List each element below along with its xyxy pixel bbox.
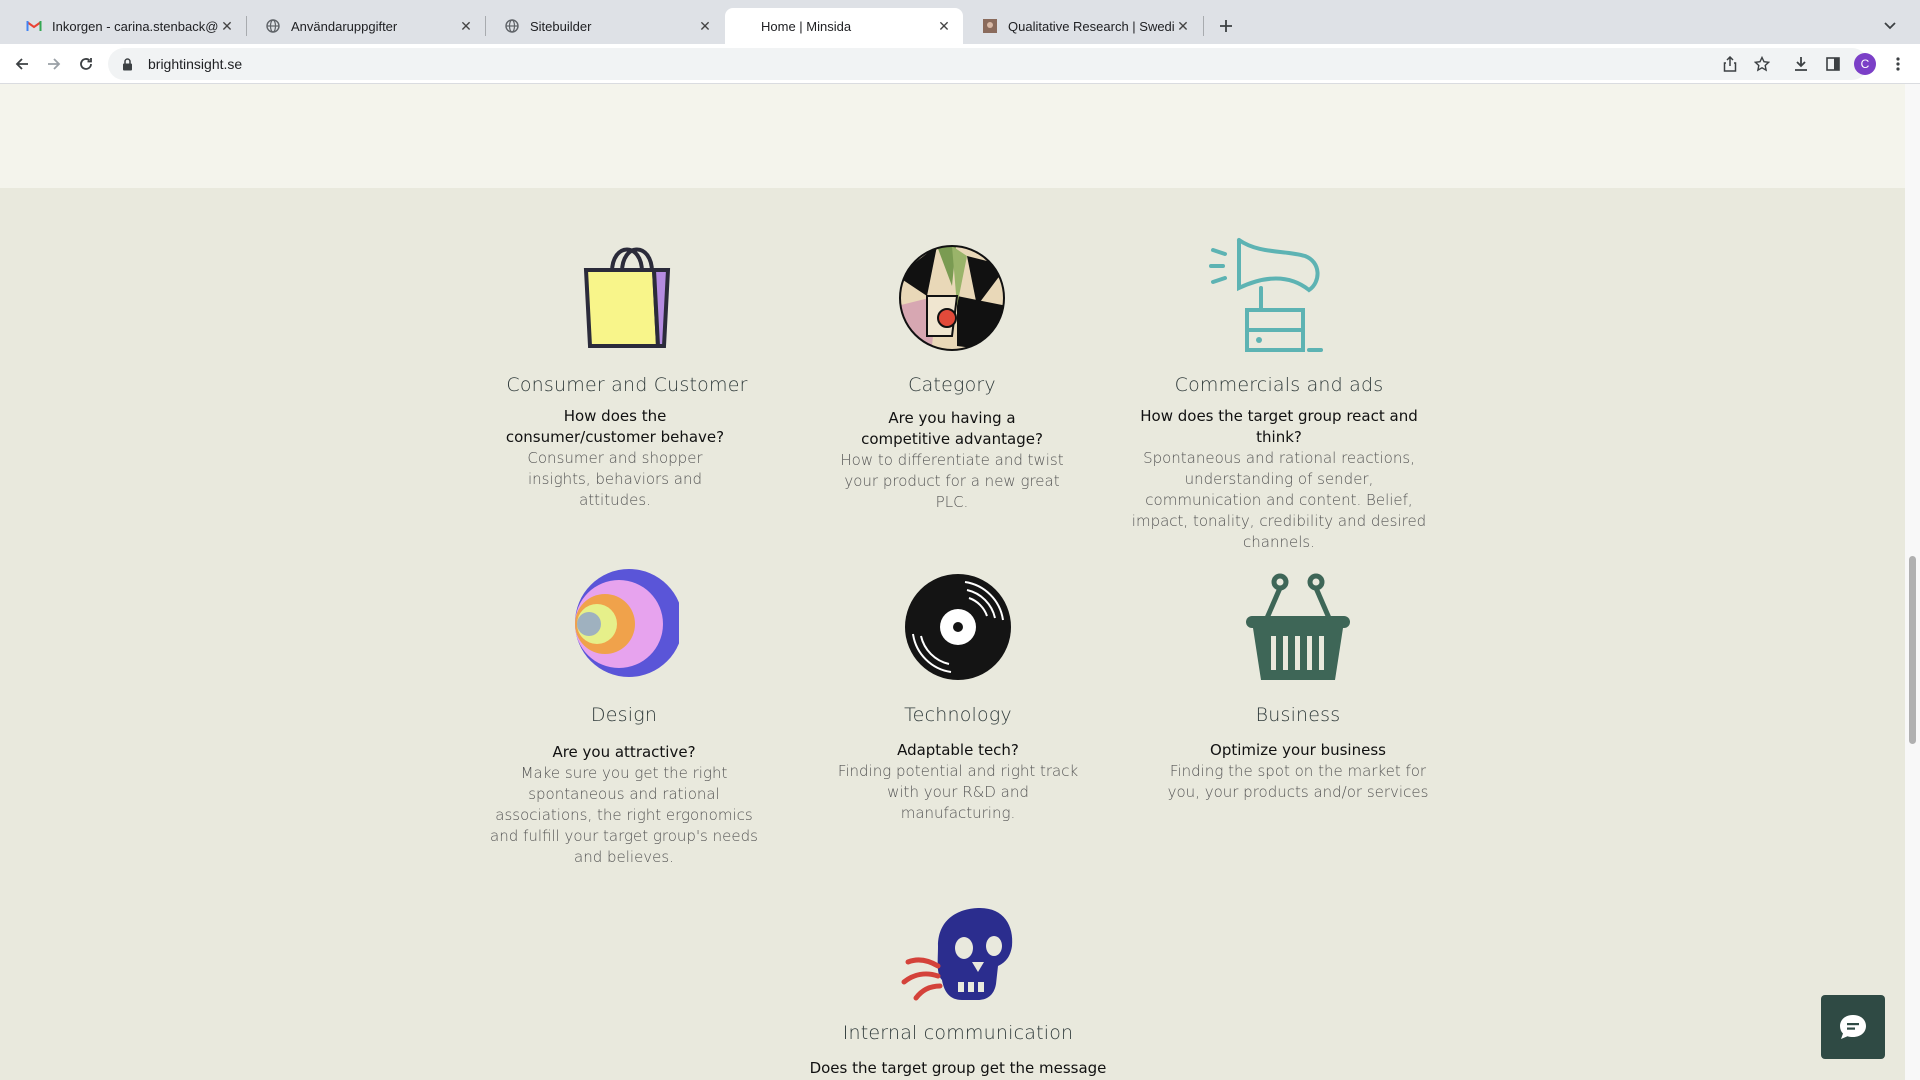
service-title: Consumer and Customer xyxy=(506,374,748,396)
profile-avatar[interactable]: C xyxy=(1854,53,1876,75)
service-title: Internal communication xyxy=(842,1022,1074,1044)
tab-gmail[interactable]: Inkorgen - carina.stenback@g ✕ xyxy=(8,8,246,44)
arrow-right-icon xyxy=(48,58,61,70)
leaf-circle-icon xyxy=(899,245,1005,351)
service-question: Does the target group get the message an… xyxy=(809,1059,1107,1077)
close-icon[interactable]: ✕ xyxy=(1174,17,1192,35)
tab-title: Qualitative Research | Swedish xyxy=(1008,18,1174,34)
more-vert-icon xyxy=(1896,57,1900,71)
service-description: How to differentiate and twist your prod… xyxy=(840,451,1064,511)
service-description: Make sure you get the right spontaneous … xyxy=(490,764,758,866)
service-question: Adaptable tech? xyxy=(897,741,1019,759)
gmail-icon xyxy=(26,18,42,34)
globe-icon xyxy=(265,18,281,34)
service-question: Are you attractive? xyxy=(552,743,696,761)
skull-icon xyxy=(901,908,1013,1001)
downloads-button[interactable] xyxy=(1787,50,1815,78)
share-button[interactable] xyxy=(1716,50,1744,78)
chat-bubble-icon xyxy=(1840,1015,1866,1039)
service-question: How does the consumer/customer behave? xyxy=(505,407,725,446)
tab-bar: Inkorgen - carina.stenback@g ✕ Användaru… xyxy=(0,0,1920,44)
close-icon[interactable]: ✕ xyxy=(696,17,714,35)
service-design: Design Are you attractive? Make sure you… xyxy=(474,568,774,868)
forward-button[interactable] xyxy=(40,50,68,78)
side-panel-button[interactable] xyxy=(1819,50,1847,78)
site-image-icon xyxy=(982,18,998,34)
service-description: Consumer and shopper insights, behaviors… xyxy=(527,449,703,509)
bookmark-button[interactable] xyxy=(1748,50,1776,78)
tab-anvandaruppgifter[interactable]: Användaruppgifter ✕ xyxy=(247,8,485,44)
star-icon xyxy=(1754,56,1770,72)
shopping-basket-icon xyxy=(1246,573,1350,680)
concentric-circles-icon xyxy=(575,569,679,677)
back-button[interactable] xyxy=(8,50,36,78)
tab-home-minsida[interactable]: Home | Minsida ✕ xyxy=(725,8,963,44)
chat-button[interactable] xyxy=(1821,995,1885,1059)
page-scrollbar[interactable] xyxy=(1905,84,1920,1080)
side-panel-icon xyxy=(1826,57,1840,71)
browser-menu-button[interactable] xyxy=(1884,50,1912,78)
service-category: Category Are you having a competitive ad… xyxy=(802,236,1102,513)
service-question: How does the target group react and thin… xyxy=(1140,407,1418,446)
lock-icon[interactable] xyxy=(122,57,136,71)
service-title: Commercials and ads xyxy=(1174,374,1384,396)
download-icon xyxy=(1795,57,1807,71)
tab-title: Sitebuilder xyxy=(530,18,592,34)
service-description: Finding the spot on the market for you, … xyxy=(1167,762,1429,801)
close-icon[interactable]: ✕ xyxy=(218,17,236,35)
tab-title: Användaruppgifter xyxy=(291,18,398,34)
service-title: Design xyxy=(590,704,658,726)
tab-sitebuilder[interactable]: Sitebuilder ✕ xyxy=(486,8,724,44)
new-tab-button[interactable] xyxy=(1212,12,1240,40)
service-technology: Technology Adaptable tech? Finding poten… xyxy=(808,572,1108,824)
service-title: Technology xyxy=(904,704,1012,726)
close-icon[interactable]: ✕ xyxy=(457,17,475,35)
chevron-down-icon xyxy=(1884,22,1896,30)
service-business: Business Optimize your business Finding … xyxy=(1148,572,1448,803)
tab-title: Home | Minsida xyxy=(761,18,852,34)
tab-search-button[interactable] xyxy=(1876,12,1904,40)
arrow-left-icon xyxy=(15,58,28,70)
tab-qualitative-research[interactable]: Qualitative Research | Swedish ✕ xyxy=(964,8,1202,44)
globe-icon xyxy=(504,18,520,34)
vinyl-record-icon xyxy=(905,574,1011,680)
scrollbar-thumb[interactable] xyxy=(1909,556,1916,744)
service-title: Business xyxy=(1255,704,1341,726)
url-text: brightinsight.se xyxy=(148,56,243,72)
reload-button[interactable] xyxy=(72,50,100,78)
reload-icon xyxy=(80,58,92,70)
browser-toolbar: brightinsight.se C xyxy=(0,44,1920,84)
service-description: Spontaneous and rational reactions, unde… xyxy=(1131,449,1427,551)
service-commercials-ads: Commercials and ads How does the target … xyxy=(1129,236,1429,553)
gramophone-icon xyxy=(1209,238,1323,352)
address-bar[interactable]: brightinsight.se xyxy=(108,48,1868,80)
top-section xyxy=(0,84,1905,188)
share-icon xyxy=(1723,56,1737,72)
shopping-bag-icon xyxy=(583,247,671,348)
service-title: Category xyxy=(908,374,996,396)
close-icon[interactable]: ✕ xyxy=(935,17,953,35)
service-consumer-customer: Consumer and Customer How does the consu… xyxy=(477,236,777,511)
tab-title: Inkorgen - carina.stenback@g xyxy=(52,18,218,34)
service-question: Optimize your business xyxy=(1210,741,1386,759)
service-description: Finding potential and right track with y… xyxy=(837,762,1079,822)
page-content: Consumer and Customer How does the consu… xyxy=(0,84,1905,1080)
plus-icon xyxy=(1220,20,1232,32)
service-internal-communication: Internal communication Does the target g… xyxy=(808,906,1108,1080)
tab-separator xyxy=(1203,16,1204,36)
service-question: Are you having a competitive advantage? xyxy=(861,409,1043,448)
